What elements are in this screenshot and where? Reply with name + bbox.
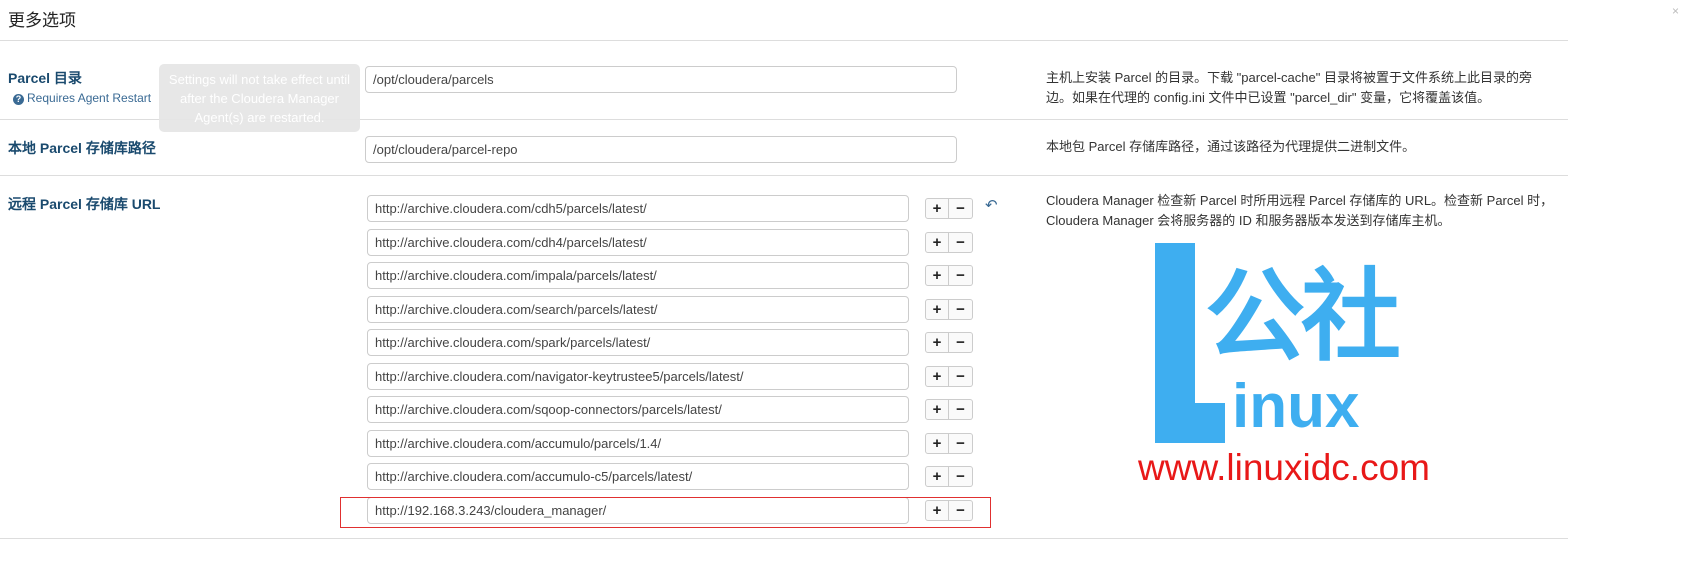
local-repo-label: 本地 Parcel 存储库路径 xyxy=(8,140,156,156)
divider xyxy=(0,175,1568,176)
remote-url-input[interactable]: http://archive.cloudera.com/spark/parcel… xyxy=(367,329,909,356)
watermark-logo xyxy=(1155,403,1225,443)
remove-url-button[interactable]: − xyxy=(949,332,973,353)
add-url-button[interactable]: + xyxy=(925,298,949,320)
close-icon[interactable]: × xyxy=(1672,4,1679,18)
remote-repo-label: 远程 Parcel 存储库 URL xyxy=(8,196,161,212)
add-url-button[interactable]: + xyxy=(925,432,949,454)
divider xyxy=(0,538,1568,539)
url-row-actions: + − xyxy=(925,298,973,320)
parcel-dir-description: 主机上安装 Parcel 的目录。下载 "parcel-cache" 目录将被置… xyxy=(1046,70,1532,105)
hint-text: Requires Agent Restart xyxy=(27,91,152,105)
watermark-logo-text: 公社 xyxy=(1205,261,1401,373)
add-url-button[interactable]: + xyxy=(925,231,949,253)
parcel-dir-label: Parcel 目录 xyxy=(8,70,82,86)
highlight-box xyxy=(340,497,991,528)
url-row-actions: + − xyxy=(925,432,973,454)
remote-url-input[interactable]: http://archive.cloudera.com/accumulo/par… xyxy=(367,429,909,457)
parcel-dir-input[interactable]: /opt/cloudera/parcels xyxy=(365,66,957,93)
url-row-actions: + − xyxy=(925,265,973,286)
divider xyxy=(0,40,1568,41)
url-row-actions: + − xyxy=(925,332,973,353)
watermark-logo-text: inux xyxy=(1232,372,1360,441)
remove-url-button[interactable]: − xyxy=(949,466,973,487)
remote-url-input[interactable]: http://archive.cloudera.com/sqoop-connec… xyxy=(367,396,909,423)
remote-url-input[interactable]: http://archive.cloudera.com/cdh4/parcels… xyxy=(367,228,909,256)
requires-restart-hint[interactable]: ? Requires Agent Restart xyxy=(13,91,151,105)
remote-repo-description: Cloudera Manager 检查新 Parcel 时所用远程 Parcel… xyxy=(1046,193,1554,228)
url-row-actions: + − xyxy=(925,466,973,487)
remove-url-button[interactable]: − xyxy=(949,432,973,454)
remove-url-button[interactable]: − xyxy=(949,231,973,253)
remote-url-input[interactable]: http://archive.cloudera.com/cdh5/parcels… xyxy=(367,195,909,222)
add-url-button[interactable]: + xyxy=(925,265,949,286)
url-row-actions: + − xyxy=(925,399,973,420)
remove-url-button[interactable]: − xyxy=(949,265,973,286)
remove-url-button[interactable]: − xyxy=(949,198,973,219)
watermark-url: www.linuxidc.com xyxy=(1138,447,1430,488)
remove-url-button[interactable]: − xyxy=(949,365,973,387)
local-repo-description: 本地包 Parcel 存储库路径，通过该路径为代理提供二进制文件。 xyxy=(1046,139,1416,154)
remote-url-input[interactable]: http://archive.cloudera.com/impala/parce… xyxy=(367,262,909,289)
url-row-actions: + − xyxy=(925,231,973,253)
add-url-button[interactable]: + xyxy=(925,332,949,353)
add-url-button[interactable]: + xyxy=(925,365,949,387)
url-row-actions: + − xyxy=(925,365,973,387)
remote-url-input[interactable]: http://archive.cloudera.com/accumulo-c5/… xyxy=(367,463,909,490)
undo-icon[interactable]: ↶ xyxy=(985,196,998,214)
help-icon: ? xyxy=(13,94,24,105)
remove-url-button[interactable]: − xyxy=(949,399,973,420)
add-url-button[interactable]: + xyxy=(925,198,949,219)
restart-tooltip: Settings will not take effect until afte… xyxy=(159,64,360,132)
url-row-actions: + − xyxy=(925,198,973,219)
remote-url-input[interactable]: http://archive.cloudera.com/search/parce… xyxy=(367,295,909,323)
add-url-button[interactable]: + xyxy=(925,466,949,487)
remove-url-button[interactable]: − xyxy=(949,298,973,320)
remote-url-input[interactable]: http://archive.cloudera.com/navigator-ke… xyxy=(367,362,909,390)
add-url-button[interactable]: + xyxy=(925,399,949,420)
local-repo-input[interactable]: /opt/cloudera/parcel-repo xyxy=(365,136,957,163)
dialog-title: 更多选项 xyxy=(8,11,76,30)
